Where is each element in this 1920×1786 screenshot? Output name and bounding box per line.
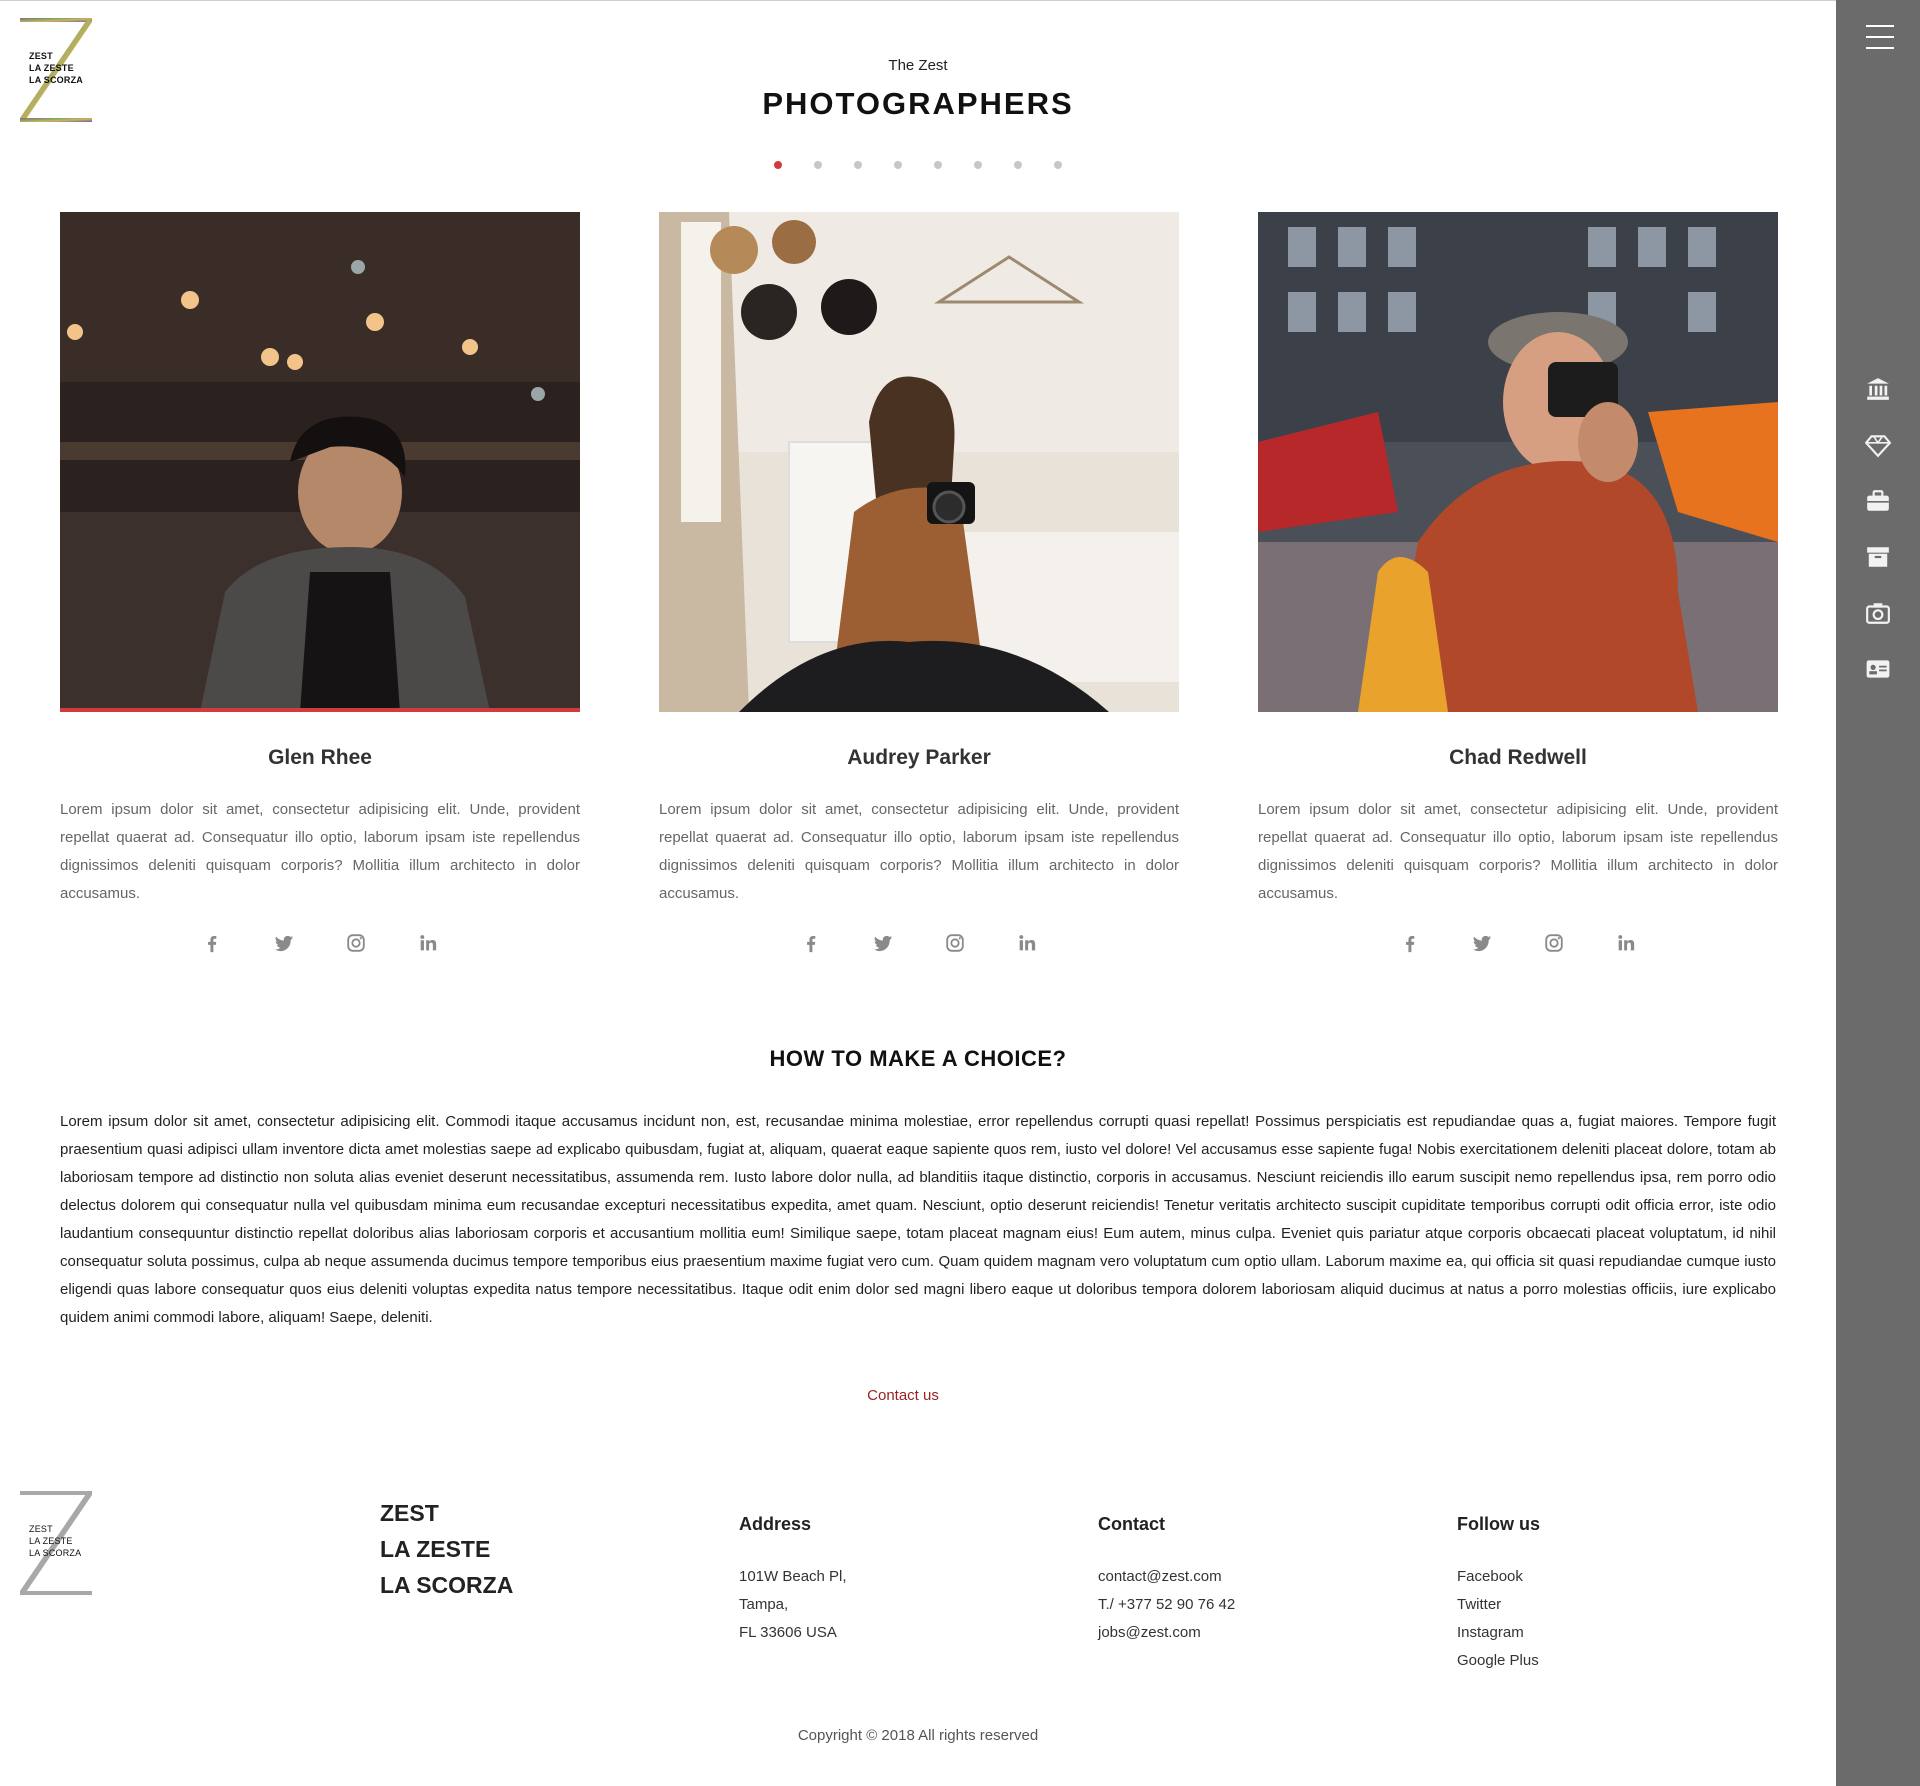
slider-dot-8[interactable] <box>1054 161 1062 169</box>
archive-icon[interactable] <box>1865 544 1891 570</box>
footer-link-instagram[interactable]: Instagram <box>1457 1619 1540 1647</box>
facebook-icon[interactable] <box>201 932 223 954</box>
photographer-name: Chad Redwell <box>1449 746 1587 769</box>
top-border <box>0 0 1836 1</box>
footer-link-facebook[interactable]: Facebook <box>1457 1563 1540 1591</box>
photographer-bio: Lorem ipsum dolor sit amet, consectetur … <box>1258 801 1778 902</box>
facebook-icon[interactable] <box>800 932 822 954</box>
instagram-icon[interactable] <box>345 932 367 954</box>
bank-icon[interactable] <box>1865 376 1891 402</box>
photographer-photo[interactable] <box>1258 212 1778 712</box>
linkedin-icon[interactable] <box>1016 932 1038 954</box>
side-rail <box>1836 0 1920 1786</box>
social-links <box>1258 932 1778 954</box>
slider-dot-2[interactable] <box>814 161 822 169</box>
footer-heading: Address <box>739 1514 812 1534</box>
slider-dot-4[interactable] <box>894 161 902 169</box>
footer-logo[interactable]: ZEST LA ZESTE LA SCORZA <box>20 1491 94 1595</box>
photographer-photo[interactable] <box>60 212 580 712</box>
photographer-photo[interactable] <box>659 212 1179 712</box>
page-subtitle: The Zest <box>888 57 948 74</box>
footer-address: Address 101W Beach Pl, Tampa, FL 33606 U… <box>739 1514 847 1641</box>
jobs-email-link[interactable]: jobs@zest.com <box>1098 1619 1235 1647</box>
section-body: Lorem ipsum dolor sit amet, consectetur … <box>60 1113 1776 1326</box>
twitter-icon[interactable] <box>1471 932 1493 954</box>
copyright: Copyright © 2018 All rights reserved <box>797 1727 1039 1744</box>
photographer-bio: Lorem ipsum dolor sit amet, consectetur … <box>60 801 580 902</box>
twitter-icon[interactable] <box>872 932 894 954</box>
photographer-card: Chad Redwell Lorem ipsum dolor sit amet,… <box>1258 212 1778 954</box>
slider-dot-7[interactable] <box>1014 161 1022 169</box>
portrait-image <box>60 212 580 712</box>
photographer-card: Audrey Parker Lorem ipsum dolor sit amet… <box>659 212 1179 954</box>
footer-heading: Follow us <box>1457 1514 1540 1534</box>
social-links <box>60 932 580 954</box>
camera-icon[interactable] <box>1865 600 1891 626</box>
slider-dot-6[interactable] <box>974 161 982 169</box>
portrait-image <box>1258 212 1778 712</box>
slider-dot-5[interactable] <box>934 161 942 169</box>
slider-dot-3[interactable] <box>854 161 862 169</box>
contact-us-link[interactable]: Contact us <box>0 1387 1806 1404</box>
footer-follow: Follow us Facebook Twitter Instagram Goo… <box>1457 1514 1540 1675</box>
linkedin-icon[interactable] <box>1615 932 1637 954</box>
photographer-name: Glen Rhee <box>268 746 372 769</box>
hamburger-icon[interactable] <box>1866 25 1894 51</box>
instagram-icon[interactable] <box>1543 932 1565 954</box>
briefcase-icon[interactable] <box>1865 488 1891 514</box>
twitter-icon[interactable] <box>273 932 295 954</box>
photographer-name: Audrey Parker <box>847 746 991 769</box>
linkedin-icon[interactable] <box>417 932 439 954</box>
diamond-icon[interactable] <box>1865 432 1891 458</box>
social-links <box>659 932 1179 954</box>
footer-brand: ZEST LA ZESTE LA SCORZA <box>380 1500 514 1598</box>
contact-phone-link[interactable]: T./ +377 52 90 76 42 <box>1098 1591 1235 1619</box>
footer-contact: Contact contact@zest.com T./ +377 52 90 … <box>1098 1514 1235 1647</box>
footer-heading: Contact <box>1098 1514 1165 1534</box>
rail-icon-list <box>1836 376 1920 712</box>
photographer-card: Glen Rhee Lorem ipsum dolor sit amet, co… <box>60 212 580 954</box>
photographer-bio: Lorem ipsum dolor sit amet, consectetur … <box>659 801 1179 902</box>
instagram-icon[interactable] <box>944 932 966 954</box>
id-card-icon[interactable] <box>1865 656 1891 682</box>
logo-wordmark: ZEST LA ZESTE LA SCORZA <box>29 1524 82 1558</box>
slider-pagination <box>0 161 1836 169</box>
facebook-icon[interactable] <box>1399 932 1421 954</box>
footer-link-google-plus[interactable]: Google Plus <box>1457 1647 1540 1675</box>
contact-email-link[interactable]: contact@zest.com <box>1098 1563 1235 1591</box>
page-title: PHOTOGRAPHERS <box>762 86 1074 121</box>
footer-link-twitter[interactable]: Twitter <box>1457 1591 1540 1619</box>
section-title: HOW TO MAKE A CHOICE? <box>769 1046 1067 1071</box>
portrait-image <box>659 212 1179 712</box>
slider-dot-1[interactable] <box>774 161 782 169</box>
